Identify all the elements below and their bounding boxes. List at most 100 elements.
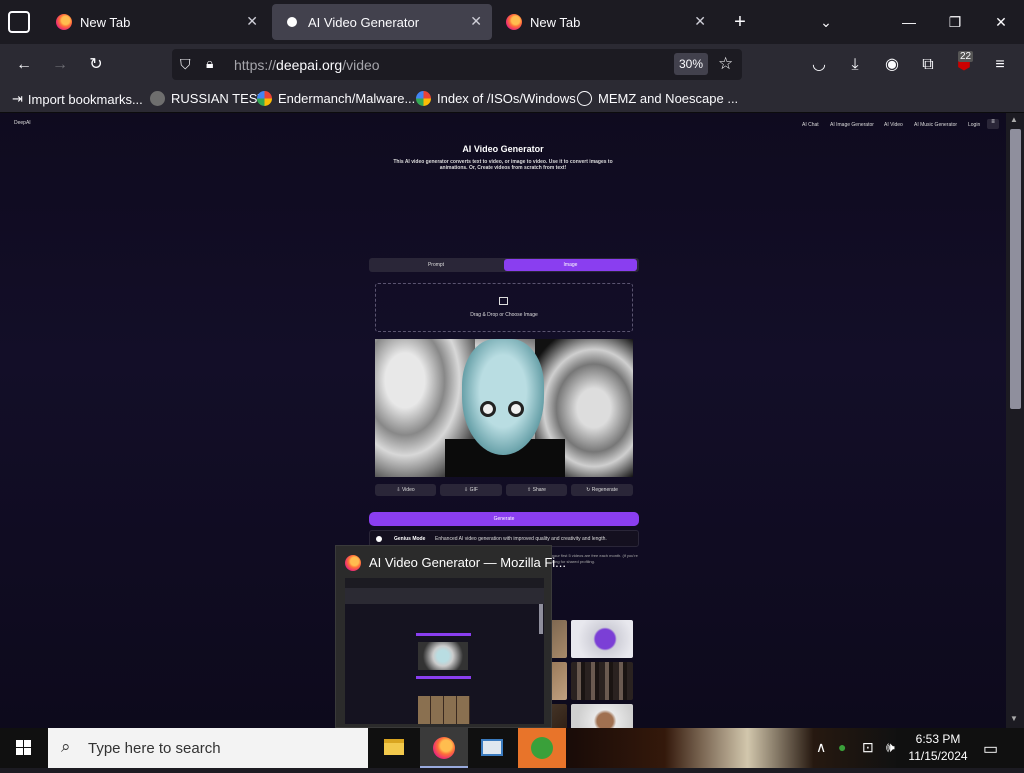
chevron-up-icon[interactable]: ∧ [816,739,826,756]
volume-icon[interactable]: 🕪︎ [886,739,895,756]
nav-ai-music-generator[interactable]: AI Music Generator [914,122,957,128]
search-placeholder: Type here to search [88,740,221,757]
gallery-thumb[interactable] [571,662,633,700]
generate-button[interactable]: Generate [369,512,639,526]
pocket-icon[interactable]: ◡ [808,54,830,76]
close-icon[interactable]: ✕ [694,13,706,30]
genius-mode-toggle[interactable] [376,536,382,542]
firefox-icon [345,555,361,571]
restore-button[interactable]: ❐ [940,8,970,36]
tab-ai-video-generator[interactable]: AI Video Generator ✕ [272,4,492,40]
bookmark-import[interactable]: ⇥ Import bookmarks... [12,91,143,107]
forward-arrow-icon[interactable]: → [49,54,71,76]
bookmark-isos[interactable]: Index of /ISOs/Windows [416,91,576,106]
google-icon [416,91,431,106]
nav-ai-image-generator[interactable]: AI Image Generator [830,122,874,128]
tab-new-tab-1[interactable]: New Tab ✕ [44,4,268,40]
firefox-taskbar-icon[interactable] [420,728,468,768]
thumb-tab-bar [416,633,471,636]
control-panel-icon[interactable] [468,728,516,768]
notification-icon[interactable]: ▭ [983,739,998,759]
user-icon[interactable]: ● [838,739,846,755]
google-icon [257,91,272,106]
bookmark-memz[interactable]: MEMZ and Noescape ... [577,91,738,106]
tab-list-icon[interactable] [8,11,30,33]
deepai-logo[interactable]: DeepAI [14,120,31,126]
genius-mode-label: Genius Mode [394,536,426,542]
page-description: This AI video generator converts text to… [393,159,613,171]
thumb-gallery [418,696,470,724]
tab-new-tab-2[interactable]: New Tab ✕ [494,4,716,40]
thumb-navbar [345,588,544,598]
url-text[interactable]: https://deepai.org/video [234,57,380,73]
search-icon: ⌕ [61,737,71,756]
tab-label: New Tab [80,14,131,30]
scroll-up-icon[interactable]: ▲ [1010,115,1018,124]
reload-icon[interactable]: ↻ [85,54,107,76]
share-button[interactable]: ⇧ Share [506,484,567,496]
scroll-down-icon[interactable]: ▼ [1010,714,1018,723]
globe-icon [577,91,592,106]
tab-label: AI Video Generator [308,14,420,30]
download-icon[interactable]: ⤓ [844,54,866,76]
thumb-bookmarks [345,598,544,604]
bookmark-russian-test[interactable]: RUSSIAN TEST [150,91,265,106]
close-window-button[interactable]: ✕ [986,8,1016,36]
gif-button[interactable]: ⇩ GIF [440,484,502,496]
account-icon[interactable]: ◉ [881,54,903,76]
close-icon[interactable]: ✕ [470,13,482,30]
mode-tabs: Prompt Image [369,258,639,272]
dropzone-label: Drag & Drop or Choose Image [470,312,538,318]
bookmark-endermanch[interactable]: Endermanch/Malware... [257,91,415,106]
extensions-badge: 22 [958,51,974,62]
video-preview[interactable] [375,339,633,477]
page-scrollbar[interactable]: ▲ ▼ [1006,113,1024,728]
bookmarks-bar: ⇥ Import bookmarks... RUSSIAN TEST Enderm… [0,85,1024,113]
close-icon[interactable]: ✕ [246,13,258,30]
new-tab-button[interactable]: + [725,8,755,36]
thumbnail-title: AI Video Generator — Mozilla Fi... [369,555,567,570]
preview-face [462,339,544,455]
scroll-thumb[interactable] [1010,129,1021,409]
gallery-thumb[interactable] [571,620,633,658]
thumb-tabstrip [345,578,544,588]
thumb-generate [416,676,471,679]
taskbar-search[interactable]: ⌕ Type here to search [48,728,368,768]
menu-icon[interactable]: ≡ [989,54,1011,76]
taskbar-thumbnail-preview[interactable]: AI Video Generator — Mozilla Fi... [335,545,566,728]
page-title: AI Video Generator [462,144,544,154]
nav-login[interactable]: Login [968,122,980,128]
file-explorer-icon[interactable] [370,728,418,768]
eye-right [508,401,524,417]
clock-time: 6:53 PM [915,732,961,746]
app-icon[interactable] [518,728,566,768]
network-icon[interactable]: ⊡ [862,739,874,756]
extensions-icon[interactable]: ⧉ [917,54,939,76]
windows-taskbar: ⌕ Type here to search ∧ ● ⊡ 🕪︎ 6:53 PM 1… [0,728,1024,768]
star-icon[interactable]: ☆ [718,54,733,74]
chevron-down-icon[interactable]: ⌄ [811,8,841,36]
nav-ai-video[interactable]: AI Video [884,122,903,128]
regenerate-button[interactable]: ↻ Regenerate [571,484,633,496]
firefox-icon [506,14,522,30]
image-icon [499,297,508,305]
hamburger-icon[interactable]: ≡ [987,119,999,129]
desktop-peek [566,728,896,768]
video-button[interactable]: ⇩ Video [375,484,436,496]
firefox-icon [56,14,72,30]
lock-icon[interactable]: 🔒︎ [206,55,213,72]
zoom-level[interactable]: 30% [674,53,708,75]
shield-icon[interactable]: ⛉ [180,56,191,73]
minimize-button[interactable]: — [894,8,924,36]
tab-strip: New Tab ✕ AI Video Generator ✕ New Tab ✕… [0,0,1024,44]
back-arrow-icon[interactable]: ← [13,54,35,76]
thumbnail-screenshot [345,578,544,724]
nav-ai-chat[interactable]: AI Chat [802,122,819,128]
clock[interactable]: 6:53 PM 11/15/2024 [906,731,970,765]
url-bar[interactable]: ⛉ 🔒︎ https://deepai.org/video 30% ☆ [172,49,742,80]
image-dropzone[interactable]: Drag & Drop or Choose Image [375,283,633,332]
tab-image[interactable]: Image [504,259,637,271]
tab-prompt[interactable]: Prompt [369,258,503,272]
start-button[interactable] [0,728,48,768]
gallery-thumb[interactable] [571,704,633,728]
